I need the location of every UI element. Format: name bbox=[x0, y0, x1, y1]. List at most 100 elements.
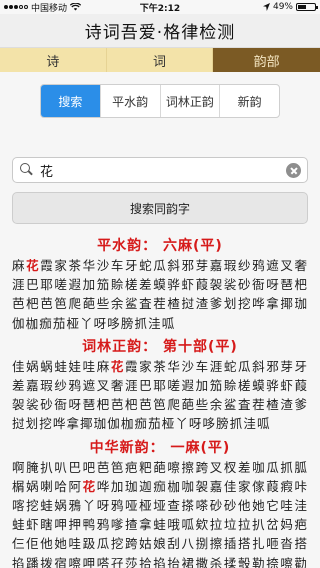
rhyme-char: 楂 bbox=[266, 397, 281, 413]
wifi-icon bbox=[70, 3, 82, 11]
rhyme-char: 孖 bbox=[110, 555, 125, 568]
rhyme-char: 爹 bbox=[209, 296, 224, 312]
rhyme-char: 揉 bbox=[223, 555, 238, 568]
rhyme-char: 遐 bbox=[181, 378, 196, 394]
segment-xinyun[interactable]: 新韵 bbox=[220, 85, 279, 117]
rhyme-char: 拉 bbox=[238, 517, 253, 533]
signal-strength-icon bbox=[4, 5, 28, 9]
rhyme-char: 挖 bbox=[110, 536, 125, 552]
rhyme-char: 鸭 bbox=[82, 517, 97, 533]
rhyme-char: 哈 bbox=[54, 478, 69, 494]
battery-icon bbox=[296, 3, 318, 11]
rhyme-char: 丫 bbox=[80, 315, 94, 331]
rhyme-char: 茄 bbox=[148, 416, 162, 432]
rhyme-char: 些 bbox=[195, 397, 210, 413]
rhyme-char: 差 bbox=[238, 459, 253, 475]
rhyme-char: 嚓 bbox=[280, 555, 295, 568]
rhyme-char: 槎 bbox=[125, 277, 140, 293]
rhyme-char: 抓 bbox=[280, 459, 295, 475]
rhyme-char: 叉 bbox=[280, 258, 295, 273]
rhyme-char: 巴 bbox=[139, 378, 154, 394]
rhyme-char: 挝 bbox=[12, 416, 26, 432]
rhyme-char: 哗 bbox=[52, 416, 67, 432]
rhyme-char: 加 bbox=[82, 277, 97, 293]
rhyme-char: 芭 bbox=[40, 296, 55, 312]
rhyme-char: 奢 bbox=[110, 378, 125, 394]
tab-shi[interactable]: 诗 bbox=[0, 48, 107, 72]
rhyme-char: 蛙 bbox=[12, 517, 27, 533]
rhyme-char: 差 bbox=[139, 277, 154, 293]
rhyme-char: 沓 bbox=[280, 536, 295, 552]
rhyme-char: 涯 bbox=[12, 277, 27, 293]
tab-label: 诗 bbox=[46, 54, 60, 70]
rhyme-char: 捺 bbox=[266, 555, 281, 568]
group-chars-xinyun: 啊腌扒叭巴吧芭笆疤粑葩嚓擦跨叉杈差咖瓜抓胍榍娲喇哈阿花哗加珈迦痂枷咖袈嘉佳家傢葭… bbox=[12, 458, 308, 568]
rhyme-char: 蟆 bbox=[153, 277, 168, 293]
rhyme-char: 桠 bbox=[139, 498, 154, 514]
rhyme-char: 加 bbox=[110, 478, 125, 494]
rhyme-char: 賒 bbox=[223, 378, 238, 394]
search-input-value[interactable]: 花 bbox=[40, 161, 286, 180]
rhyme-char: 賒 bbox=[110, 277, 125, 293]
rhyme-char: 咂 bbox=[266, 536, 281, 552]
rhyme-char: 蛇 bbox=[223, 358, 238, 374]
segment-pingshuiyun[interactable]: 平水韵 bbox=[101, 85, 161, 117]
rhyme-char: 家 bbox=[139, 358, 154, 374]
rhyme-char: 阿 bbox=[68, 478, 83, 494]
rhyme-char: 叉 bbox=[209, 459, 224, 475]
status-right: 49% bbox=[196, 2, 318, 12]
rhyme-char: 搽 bbox=[181, 498, 196, 514]
search-rhyme-button[interactable]: 搜索同韵字 bbox=[12, 192, 308, 224]
rhyme-char: 拿 bbox=[66, 416, 81, 432]
tab-yunbu[interactable]: 韵部 bbox=[213, 48, 320, 72]
rhyme-char: 斜 bbox=[252, 358, 267, 374]
rhyme-char: 仨 bbox=[12, 536, 27, 552]
rhyme-char: 拿 bbox=[266, 296, 281, 312]
rhyme-char: 他 bbox=[238, 498, 253, 514]
rhyme-char: 呷 bbox=[82, 555, 97, 568]
rhyme-char: 骅 bbox=[266, 378, 281, 394]
rhyme-char: 蜗 bbox=[40, 358, 55, 374]
rhyme-char: 沙 bbox=[96, 258, 111, 273]
rhyme-char: 芭 bbox=[110, 397, 125, 413]
rhyme-char: 杷 bbox=[125, 397, 140, 413]
rhyme-char: 牙 bbox=[125, 258, 140, 273]
segment-cilinzhengyun[interactable]: 词林正韵 bbox=[161, 85, 221, 117]
rhyme-char: 茶 bbox=[153, 358, 168, 374]
rhyme-char: 衙 bbox=[252, 277, 267, 293]
group-title-pingshuiyun: 平水韵： 六麻(平) bbox=[97, 238, 223, 254]
title-bar: 诗词吾爱·格律检测 bbox=[0, 14, 320, 48]
rhyme-char: 勸 bbox=[294, 555, 309, 568]
clear-icon[interactable] bbox=[286, 162, 301, 178]
rhyme-char: 家 bbox=[238, 478, 253, 494]
rhyme-char: 膀 bbox=[216, 416, 230, 432]
rhyme-char: 葩 bbox=[181, 397, 196, 413]
rhyme-char: 欸 bbox=[195, 517, 210, 533]
rhyme-char: 喇 bbox=[40, 478, 55, 494]
rhyme-char-highlight: 花 bbox=[82, 478, 97, 494]
rhyme-char: 揶 bbox=[280, 296, 295, 312]
rhyme-char: 哇 bbox=[280, 498, 295, 514]
search-input[interactable]: 花 bbox=[12, 157, 308, 183]
segment-label: 词林正韵 bbox=[165, 94, 214, 109]
rhyme-char: 麻 bbox=[12, 258, 27, 273]
rhyme-char: 伽 bbox=[12, 315, 26, 331]
rhyme-char: 巴 bbox=[68, 459, 83, 475]
segment-search[interactable]: 搜索 bbox=[41, 85, 101, 117]
rhyme-char: 牙 bbox=[294, 358, 309, 374]
rhyme-char: 挖 bbox=[238, 296, 253, 312]
rhyme-char: 茄 bbox=[52, 315, 67, 331]
rhyme-char: 蛙 bbox=[40, 498, 55, 514]
rhyme-char: 咔 bbox=[294, 478, 309, 494]
rhyme-char: 娃 bbox=[68, 358, 83, 374]
rhyme-char: 佢 bbox=[26, 536, 41, 552]
rhyme-char: 揶 bbox=[80, 416, 94, 432]
rhyme-char: 挖 bbox=[26, 498, 41, 514]
tab-ci[interactable]: 词 bbox=[106, 48, 214, 72]
rhyme-char: 桠 bbox=[66, 315, 81, 331]
rhyme-segmented-control: 搜索 平水韵 词林正韵 新韵 bbox=[40, 84, 280, 118]
rhyme-char: 裙 bbox=[181, 555, 196, 568]
rhyme-char: 丫 bbox=[82, 498, 97, 514]
rhyme-char: 垃 bbox=[223, 517, 238, 533]
rhyme-char: 楂 bbox=[167, 296, 182, 312]
